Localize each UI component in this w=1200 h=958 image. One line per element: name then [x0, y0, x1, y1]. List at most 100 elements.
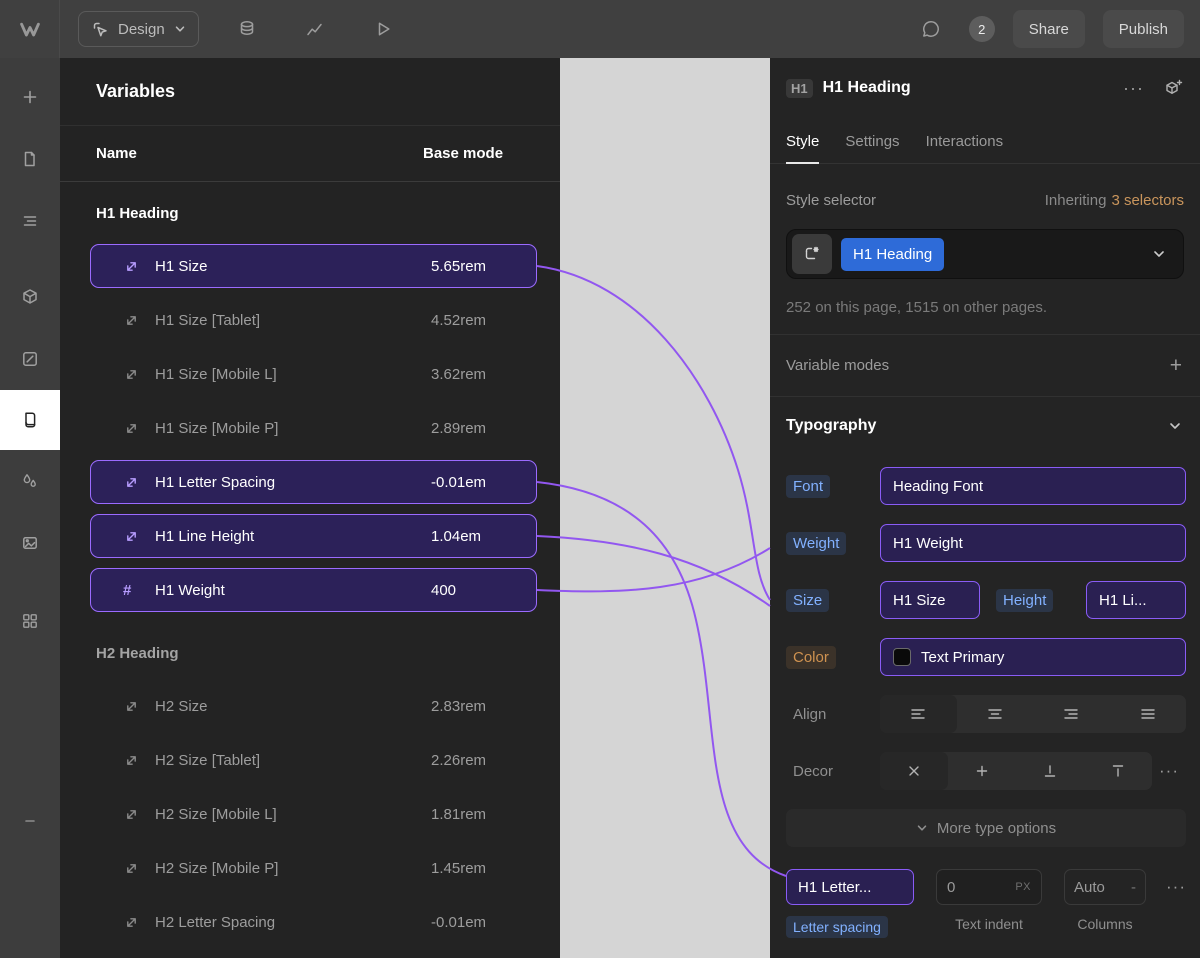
variable-row[interactable]: H2 Size [Mobile P] 1.45rem: [90, 846, 537, 890]
spacing-row: H1 Letter... Letter spacing 0 PX Text in…: [786, 869, 1186, 938]
apps-grid-icon[interactable]: [0, 590, 60, 652]
chevron-down-icon: [174, 23, 186, 35]
variable-row[interactable]: H2 Size [Mobile L] 1.81rem: [90, 792, 537, 836]
variable-modes-row[interactable]: Variable modes +: [770, 335, 1200, 397]
inspector-header: H1 H1 Heading ···: [770, 58, 1200, 118]
variable-value: 2.83rem: [431, 698, 486, 715]
add-variable-mode-icon[interactable]: +: [1170, 354, 1182, 378]
variable-value: 5.65rem: [431, 258, 486, 275]
variable-row-h1-line-height[interactable]: H1 Line Height 1.04em: [90, 514, 537, 558]
variable-value: 2.26rem: [431, 752, 486, 769]
assets-image-icon[interactable]: [0, 512, 60, 574]
more-spacing-icon[interactable]: ···: [1166, 869, 1186, 905]
more-type-options-button[interactable]: More type options: [786, 809, 1186, 847]
style-selector-label: Style selector: [786, 192, 876, 209]
variable-row-h1-size[interactable]: H1 Size 5.65rem: [90, 244, 537, 288]
variable-value: 1.45rem: [431, 860, 486, 877]
text-indent-field[interactable]: 0 PX: [936, 869, 1042, 905]
variable-name: H1 Line Height: [155, 528, 254, 545]
components-icon[interactable]: [0, 266, 60, 328]
size-row: Size H1 Size Height H1 Li...: [786, 581, 1186, 619]
scale-arrows-icon: [123, 807, 140, 822]
align-left-icon[interactable]: [880, 695, 957, 733]
decoration-label: Decor: [786, 763, 833, 780]
more-options-icon[interactable]: ···: [1123, 78, 1144, 99]
more-decoration-icon[interactable]: ···: [1152, 761, 1186, 781]
add-elements-icon[interactable]: [0, 66, 60, 128]
align-right-icon[interactable]: [1033, 695, 1110, 733]
selector-usage-text: 252 on this page, 1515 on other pages.: [786, 299, 1184, 316]
variable-row[interactable]: H2 Size 2.83rem: [90, 684, 537, 728]
align-center-icon[interactable]: [957, 695, 1034, 733]
left-toolbar: [0, 58, 60, 958]
section-h1-heading[interactable]: H1 Heading: [90, 182, 537, 244]
scale-arrows-icon: [123, 529, 140, 544]
create-component-icon[interactable]: [1164, 78, 1184, 98]
variable-row[interactable]: H1 Size [Tablet] 4.52rem: [90, 298, 537, 342]
chevron-down-icon[interactable]: [1168, 419, 1182, 433]
collapsed-tool-icon[interactable]: [0, 818, 60, 824]
strikethrough-icon[interactable]: [948, 752, 1016, 790]
section-h2-heading[interactable]: H2 Heading: [90, 622, 537, 684]
number-hash-icon: #: [123, 582, 140, 599]
variable-value: -0.01em: [431, 474, 486, 491]
notification-count-badge[interactable]: 2: [969, 16, 995, 42]
columns-stepper-icon[interactable]: -: [1131, 879, 1136, 896]
variable-row[interactable]: H1 Size [Mobile L] 3.62rem: [90, 352, 537, 396]
variable-value: 1.04em: [431, 528, 481, 545]
more-type-options-label: More type options: [937, 820, 1056, 837]
publish-button[interactable]: Publish: [1103, 10, 1184, 48]
align-justify-icon[interactable]: [1110, 695, 1187, 733]
design-mode-dropdown[interactable]: Design: [78, 11, 199, 47]
webflow-logo-icon[interactable]: [0, 0, 60, 58]
font-label: Font: [786, 475, 830, 498]
comments-icon[interactable]: [911, 9, 951, 49]
tab-style[interactable]: Style: [786, 133, 819, 164]
cms-database-icon[interactable]: [227, 9, 267, 49]
columns-label: Columns: [1064, 916, 1146, 932]
scale-arrows-icon: [123, 421, 140, 436]
color-swatch: [893, 648, 911, 666]
audit-chart-icon[interactable]: [295, 9, 335, 49]
font-field[interactable]: Heading Font: [880, 467, 1186, 505]
preview-play-icon[interactable]: [363, 9, 403, 49]
letter-spacing-field[interactable]: H1 Letter...: [786, 869, 914, 905]
tab-settings[interactable]: Settings: [845, 133, 899, 164]
chevron-down-icon[interactable]: [1152, 247, 1166, 261]
inheriting-info[interactable]: Inheriting3 selectors: [1045, 192, 1184, 209]
selector-target-icon[interactable]: [792, 234, 832, 274]
cms-edit-icon[interactable]: [0, 328, 60, 390]
variable-row-h1-weight[interactable]: # H1 Weight 400: [90, 568, 537, 612]
size-field[interactable]: H1 Size: [880, 581, 980, 619]
element-tag-badge: H1: [786, 79, 813, 98]
variable-row[interactable]: H2 Letter Spacing -0.01em: [90, 900, 537, 944]
columns-field[interactable]: Auto -: [1064, 869, 1146, 905]
color-field[interactable]: Text Primary: [880, 638, 1186, 676]
weight-field[interactable]: H1 Weight: [880, 524, 1186, 562]
share-button[interactable]: Share: [1013, 10, 1085, 48]
variables-panel: Variables Name Base mode H1 Heading H1 S…: [60, 58, 560, 958]
align-row: Align: [786, 695, 1186, 733]
chevron-down-icon: [916, 822, 928, 834]
variable-row[interactable]: H1 Size [Mobile P] 2.89rem: [90, 406, 537, 450]
variable-name: H2 Letter Spacing: [155, 914, 275, 931]
selected-class-chip[interactable]: H1 Heading: [841, 238, 944, 271]
pages-icon[interactable]: [0, 128, 60, 190]
variables-panel-icon[interactable]: [0, 390, 60, 450]
style-selector-input[interactable]: H1 Heading: [786, 229, 1184, 279]
typography-section-header[interactable]: Typography: [770, 397, 1200, 455]
decoration-none-icon[interactable]: [880, 752, 948, 790]
navigator-icon[interactable]: [0, 190, 60, 252]
variable-row[interactable]: H2 Size [Tablet] 2.26rem: [90, 738, 537, 782]
variable-row-h1-letter-spacing[interactable]: H1 Letter Spacing -0.01em: [90, 460, 537, 504]
variable-name: H2 Size [Tablet]: [155, 752, 260, 769]
underline-icon[interactable]: [1016, 752, 1084, 790]
overline-icon[interactable]: [1084, 752, 1152, 790]
styles-droplets-icon[interactable]: [0, 450, 60, 512]
scale-arrows-icon: [123, 313, 140, 328]
variable-value: 3.62rem: [431, 366, 486, 383]
text-indent-unit[interactable]: PX: [1015, 881, 1031, 893]
height-field[interactable]: H1 Li...: [1086, 581, 1186, 619]
variable-name: H1 Size [Tablet]: [155, 312, 260, 329]
tab-interactions[interactable]: Interactions: [926, 133, 1004, 164]
